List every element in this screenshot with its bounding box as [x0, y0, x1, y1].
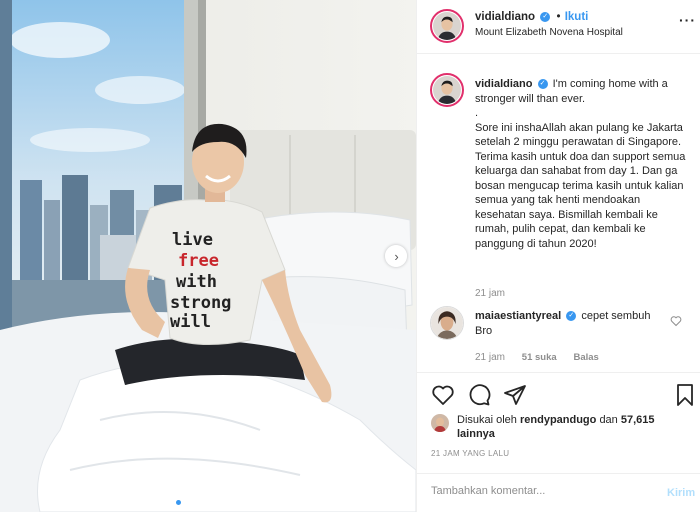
carousel-dot	[176, 500, 181, 505]
add-comment-bar: Kirim	[417, 473, 700, 512]
verified-badge-icon: ✓	[566, 311, 577, 322]
comment-input[interactable]	[431, 485, 641, 497]
carousel-dot	[184, 500, 189, 505]
carousel-dot	[224, 500, 229, 505]
liker-avatar[interactable]	[431, 414, 449, 432]
reply-button[interactable]: Balas	[573, 352, 598, 363]
carousel-dot	[216, 500, 221, 505]
comment-likes[interactable]: 51 suka	[522, 352, 557, 363]
carousel-dot	[200, 500, 205, 505]
location-link[interactable]: Mount Elizabeth Novena Hospital	[475, 27, 623, 38]
comment-avatar[interactable]	[430, 306, 464, 340]
post-actions: Disukai oleh rendypandugo dan 57,615 lai…	[417, 372, 700, 512]
avatar[interactable]	[430, 9, 464, 43]
next-photo-button[interactable]: ›	[385, 245, 407, 267]
likes-middle: dan	[599, 414, 618, 426]
svg-text:strong: strong	[170, 293, 231, 313]
avatar-image	[431, 307, 463, 339]
caption-dot-line: .	[475, 107, 479, 119]
svg-text:free: free	[178, 251, 219, 271]
photo-illustration: live free with strong will	[0, 0, 416, 512]
avatar-image	[433, 76, 461, 104]
caption-text: vidialdiano ✓ I'm coming home with a str…	[475, 77, 693, 251]
heart-icon[interactable]	[431, 383, 455, 407]
share-icon[interactable]	[503, 383, 527, 407]
comment-username[interactable]: maiaestiantyreal	[475, 310, 561, 322]
post-sidebar: vidialdiano ✓ • Ikuti Mount Elizabeth No…	[416, 0, 700, 512]
avatar-image	[433, 12, 461, 40]
liker-username[interactable]: rendypandugo	[520, 414, 596, 426]
verified-badge-icon: ✓	[540, 11, 551, 22]
post-header: vidialdiano ✓ • Ikuti Mount Elizabeth No…	[417, 0, 700, 54]
comment-time[interactable]: 21 jam	[475, 352, 505, 363]
post-time-ago[interactable]: 21 JAM YANG LALU	[431, 449, 509, 458]
carousel-dot	[208, 500, 213, 505]
instagram-post: live free with strong will › vidialdiano…	[0, 0, 700, 512]
likes-prefix: Disukai oleh	[457, 414, 517, 426]
comment-icon[interactable]	[467, 383, 491, 407]
heart-icon[interactable]	[670, 315, 682, 327]
follow-button[interactable]: Ikuti	[565, 11, 589, 23]
caption-username[interactable]: vidialdiano	[475, 78, 532, 90]
post-comment-button[interactable]: Kirim	[667, 487, 695, 499]
carousel-indicator	[176, 500, 229, 505]
avatar[interactable]	[430, 73, 464, 107]
avatar-image	[431, 414, 449, 432]
likes-text: Disukai oleh rendypandugo dan 57,615 lai…	[457, 413, 687, 441]
post-photo[interactable]: live free with strong will ›	[0, 0, 416, 512]
caption-time[interactable]: 21 jam	[475, 288, 505, 299]
header-username[interactable]: vidialdiano	[475, 11, 535, 23]
header-user-line: vidialdiano ✓ • Ikuti	[475, 11, 588, 23]
chevron-right-icon: ›	[394, 248, 399, 264]
caption-body: Sore ini inshaAllah akan pulang ke Jakar…	[475, 121, 686, 250]
comment-meta: 21 jam 51 suka Balas	[475, 352, 613, 363]
svg-text:with: with	[176, 272, 217, 292]
svg-text:live: live	[172, 230, 213, 250]
bookmark-icon[interactable]	[675, 383, 695, 407]
more-horizontal-icon[interactable]: ···	[679, 12, 696, 28]
header-separator: •	[556, 11, 561, 23]
svg-text:will: will	[170, 312, 211, 332]
verified-badge-icon: ✓	[537, 79, 548, 90]
carousel-dot	[192, 500, 197, 505]
comment-text: maiaestiantyreal ✓ cepet sembuh Bro	[475, 309, 665, 338]
